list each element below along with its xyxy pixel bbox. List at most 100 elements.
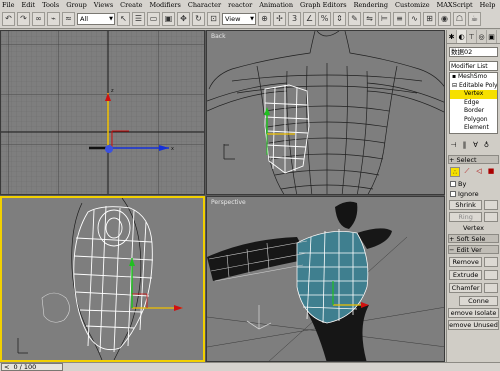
pin-stack-icon[interactable]: ⊣ (449, 140, 458, 149)
time-slider[interactable]: < 0 / 100 (1, 363, 63, 371)
rollout-title: Soft Sele (456, 235, 486, 243)
viewport-top[interactable]: z x (0, 30, 205, 195)
render-setup-icon[interactable]: ☖ (453, 11, 466, 26)
menu-item-reactor[interactable]: reactor (227, 1, 253, 9)
angle-snap-icon[interactable]: ∠ (303, 11, 316, 26)
vertex-mode-icon[interactable]: ∴ (450, 167, 460, 177)
manipulate-icon[interactable]: ✢ (273, 11, 286, 26)
remove-button[interactable]: Remove (449, 257, 483, 267)
menu-item-rendering[interactable]: Rendering (353, 1, 389, 9)
select-by-name-icon[interactable]: ☰ (132, 11, 145, 26)
show-end-result-icon[interactable]: ‖ (460, 140, 469, 149)
time-slider-value: 0 / 100 (13, 363, 37, 371)
redo-icon[interactable]: ↷ (17, 11, 30, 26)
grow-button[interactable] (484, 200, 498, 210)
display-tab-icon[interactable]: ▣ (487, 30, 497, 43)
remove-isolated-button[interactable]: emove Isolate (448, 308, 499, 318)
menu-item-tools[interactable]: Tools (41, 1, 60, 9)
menu-item-character[interactable]: Character (187, 1, 222, 9)
snap-3d-icon[interactable]: 3 (288, 11, 301, 26)
spinner-snap-icon[interactable]: ⇕ (333, 11, 346, 26)
extrude-button[interactable]: Extrude (449, 270, 483, 280)
modify-tab-icon[interactable]: ◐ (457, 30, 467, 43)
create-tab-icon[interactable]: ✱ (447, 30, 457, 43)
menu-item-graph-editors[interactable]: Graph Editors (299, 1, 348, 9)
mirror-icon[interactable]: ⇋ (363, 11, 376, 26)
chevron-down-icon: ▼ (250, 15, 254, 22)
stack-item-border[interactable]: Border (450, 107, 497, 116)
menu-item-help[interactable]: Help (479, 1, 497, 9)
reference-coord-value: View (225, 14, 241, 23)
render-icon[interactable]: ☕ (468, 11, 481, 26)
stack-item-meshsmooth[interactable]: ▪ MeshSmo (450, 73, 497, 82)
percent-snap-icon[interactable]: % (318, 11, 331, 26)
remove-modifier-icon[interactable]: ♁ (482, 140, 491, 149)
motion-tab-icon[interactable]: ◎ (477, 30, 487, 43)
remove-unused-button[interactable]: emove Unused (448, 320, 499, 330)
bind-spacewarp-icon[interactable]: ≈ (62, 11, 75, 26)
break-button[interactable] (484, 257, 498, 267)
viewport-label[interactable]: Back (211, 33, 226, 40)
stack-item-edge[interactable]: Edge (450, 99, 497, 108)
back-view-mesh (207, 31, 444, 194)
stack-item-vertex[interactable]: Vertex (450, 90, 497, 99)
hierarchy-tab-icon[interactable]: ⊤ (467, 30, 477, 43)
ring-button[interactable]: Ring (449, 212, 483, 222)
object-name-field[interactable]: 数据02 (449, 47, 498, 57)
schematic-view-icon[interactable]: ⊞ (423, 11, 436, 26)
pivot-center-icon[interactable]: ⊕ (258, 11, 271, 26)
stack-item-editable-poly[interactable]: ⊟ Editable Poly (450, 82, 497, 91)
modifier-stack: ▪ MeshSmo ⊟ Editable Poly Vertex Edge Bo… (449, 72, 498, 134)
stack-item-element[interactable]: Element (450, 124, 497, 133)
viewport-left[interactable] (0, 196, 205, 362)
unlink-icon[interactable]: ⌁ (47, 11, 60, 26)
menu-item-modifiers[interactable]: Modifiers (148, 1, 181, 9)
ignore-checkbox[interactable]: Ignore (450, 190, 497, 198)
prev-frame-icon[interactable]: < (2, 363, 11, 371)
make-unique-icon[interactable]: ∀ (471, 140, 480, 149)
select-move-icon[interactable]: ✥ (177, 11, 190, 26)
link-icon[interactable]: ∞ (32, 11, 45, 26)
selection-rollout-header[interactable]: + Select (448, 155, 499, 164)
viewport-perspective[interactable]: Perspective (206, 196, 445, 362)
viewport-back[interactable]: Back (206, 30, 445, 195)
connect-button[interactable]: Conne (459, 296, 498, 306)
menu-item-create[interactable]: Create (119, 1, 143, 9)
rect-selection-icon[interactable]: ▭ (147, 11, 160, 26)
edge-mode-icon[interactable]: ⟋ (462, 167, 472, 177)
named-selection-icon[interactable]: ✎ (348, 11, 361, 26)
menu-item-maxscript[interactable]: MAXScript (436, 1, 474, 9)
menu-item-edit[interactable]: Edit (21, 1, 37, 9)
align-icon[interactable]: ⊨ (378, 11, 391, 26)
menu-item-group[interactable]: Group (65, 1, 88, 9)
material-editor-icon[interactable]: ◉ (438, 11, 451, 26)
chamfer-button[interactable]: Chamfer (449, 283, 483, 293)
menu-item-animation[interactable]: Animation (258, 1, 294, 9)
menu-item-file[interactable]: File (1, 1, 16, 9)
soft-selection-rollout-header[interactable]: + Soft Sele (448, 234, 499, 243)
select-object-icon[interactable]: ↖ (117, 11, 130, 26)
reference-coord-dropdown[interactable]: View ▼ (222, 12, 256, 25)
extrude-settings-button[interactable] (484, 270, 498, 280)
stack-item-polygon[interactable]: Polygon (450, 116, 497, 125)
menu-item-customize[interactable]: Customize (394, 1, 431, 9)
border-mode-icon[interactable]: ◁ (474, 167, 484, 177)
menu-item-views[interactable]: Views (93, 1, 114, 9)
undo-icon[interactable]: ↶ (2, 11, 15, 26)
polygon-mode-icon[interactable]: ■ (486, 167, 496, 177)
shrink-button[interactable]: Shrink (449, 200, 483, 210)
selection-filter-dropdown[interactable]: All ▼ (77, 12, 115, 25)
select-scale-icon[interactable]: ⊡ (207, 11, 220, 26)
curve-editor-icon[interactable]: ∿ (408, 11, 421, 26)
by-checkbox[interactable]: By (450, 180, 497, 188)
modifier-list-dropdown[interactable]: Modifier List (449, 61, 498, 71)
loop-button[interactable] (484, 212, 498, 222)
status-bar: < 0 / 100 (0, 362, 500, 371)
select-rotate-icon[interactable]: ↻ (192, 11, 205, 26)
layer-manager-icon[interactable]: ≡ (393, 11, 406, 26)
edit-vertices-rollout-header[interactable]: − Edit Ver (448, 245, 499, 254)
window-crossing-icon[interactable]: ▣ (162, 11, 175, 26)
chamfer-settings-button[interactable] (484, 283, 498, 293)
stack-item-label: MeshSmo (457, 73, 488, 80)
viewport-label[interactable]: Perspective (211, 199, 246, 206)
